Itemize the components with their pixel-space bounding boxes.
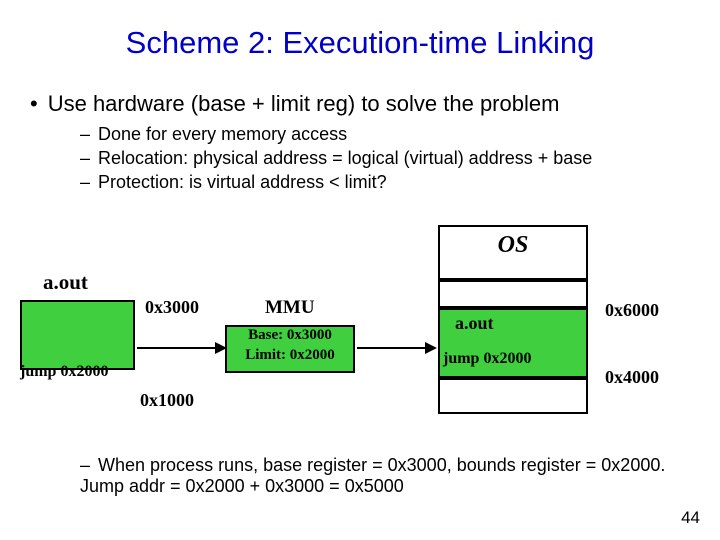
bullet-dot: • xyxy=(30,91,48,116)
os-label: OS xyxy=(438,232,588,259)
addr-0x6000: 0x6000 xyxy=(605,300,659,321)
bullet-dash: – xyxy=(80,455,98,475)
bullet-text: Use hardware (base + limit reg) to solve… xyxy=(48,91,560,116)
mmu-limit: Limit: 0x2000 xyxy=(230,347,350,364)
mmu-base: Base: 0x3000 xyxy=(230,327,350,344)
jump-label-left: jump 0x2000 xyxy=(20,363,108,381)
mmu-title: MMU xyxy=(265,297,315,319)
aout-label-left: a.out xyxy=(43,270,88,295)
bullet-level2: –Relocation: physical address = logical … xyxy=(0,145,720,169)
diagram-area: a.out jump 0x2000 0x3000 0x1000 MMU Base… xyxy=(40,255,690,455)
slide-number: 44 xyxy=(681,508,700,528)
aout-label-right: a.out xyxy=(455,313,494,334)
bullet-text: Done for every memory access xyxy=(98,124,347,144)
arrow-right xyxy=(357,340,437,356)
bullet-level1: •Use hardware (base + limit reg) to solv… xyxy=(0,61,720,121)
bullet-level2: –Protection: is virtual address < limit? xyxy=(0,169,720,193)
addr-0x3000: 0x3000 xyxy=(145,297,199,318)
addr-0x4000: 0x4000 xyxy=(605,367,659,388)
arrow-left xyxy=(137,340,227,356)
slide-title: Scheme 2: Execution-time Linking xyxy=(0,0,720,61)
bullet-dash: – xyxy=(80,172,98,192)
bullet-text: Relocation: physical address = logical (… xyxy=(98,148,592,168)
addr-0x1000: 0x1000 xyxy=(140,390,194,411)
left-memory-box xyxy=(20,300,135,370)
bullet-level2: –Done for every memory access xyxy=(0,121,720,145)
bullet-dash: – xyxy=(80,124,98,144)
bullet-text: When process runs, base register = 0x300… xyxy=(80,455,665,496)
bullet-text: Protection: is virtual address < limit? xyxy=(98,172,387,192)
bullet-dash: – xyxy=(80,148,98,168)
jump-label-right: jump 0x2000 xyxy=(443,350,531,368)
bullet-level2-bottom: –When process runs, base register = 0x30… xyxy=(80,455,680,497)
gap-region-2 xyxy=(438,378,588,414)
gap-region-1 xyxy=(438,280,588,308)
